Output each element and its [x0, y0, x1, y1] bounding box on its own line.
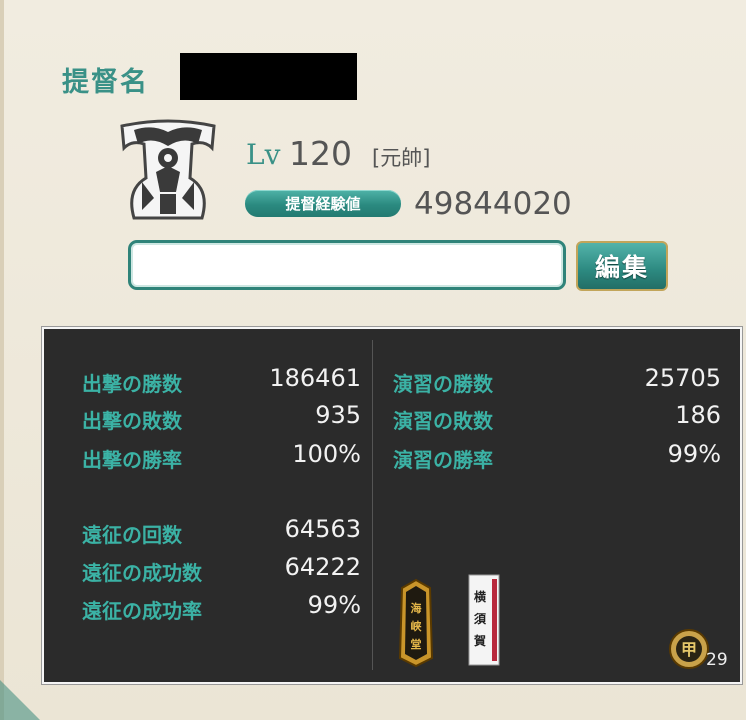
- rank-label: [元帥]: [372, 146, 431, 170]
- exercise-winrate-label: 演習の勝率: [393, 448, 493, 472]
- rank-badge-icon: 甲: [669, 629, 709, 669]
- admiral-name-redacted: [180, 53, 357, 100]
- expedition-rate-label: 遠征の成功率: [82, 599, 202, 623]
- white-medal-icon: 横 須 賀: [468, 574, 500, 666]
- exercise-losses-value: 186: [675, 401, 721, 429]
- sortie-winrate-label: 出撃の勝率: [82, 448, 182, 472]
- left-border: [0, 0, 4, 720]
- exp-badge: 提督経験値: [245, 190, 401, 217]
- expedition-count-label: 遠征の回数: [82, 523, 182, 547]
- svg-text:横: 横: [474, 589, 487, 604]
- admiral-emblem-icon: [120, 119, 216, 220]
- sortie-winrate-value: 100%: [292, 440, 361, 468]
- exercise-wins-label: 演習の勝数: [393, 372, 493, 396]
- svg-text:峡: 峡: [411, 619, 423, 633]
- expedition-count-value: 64563: [284, 515, 361, 543]
- svg-text:須: 須: [473, 612, 487, 626]
- sortie-losses-value: 935: [315, 401, 361, 429]
- svg-text:甲: 甲: [681, 640, 697, 659]
- rank-badge-count: 29: [706, 650, 728, 670]
- level-label: Lv: [246, 138, 281, 171]
- level-value: 120: [289, 134, 352, 173]
- exercise-wins-value: 25705: [644, 364, 721, 392]
- sortie-wins-value: 186461: [269, 364, 361, 392]
- comment-input[interactable]: [128, 240, 566, 290]
- edit-button[interactable]: 編集: [576, 241, 668, 291]
- stats-divider: [372, 340, 373, 670]
- sortie-wins-label: 出撃の勝数: [82, 372, 182, 396]
- expedition-success-label: 遠征の成功数: [82, 561, 202, 585]
- exercise-losses-label: 演習の敗数: [393, 409, 493, 433]
- gold-medal-icon: 海 峡 堂: [398, 578, 434, 668]
- svg-text:海: 海: [411, 601, 422, 615]
- exercise-winrate-value: 99%: [667, 440, 721, 468]
- expedition-rate-value: 99%: [307, 591, 361, 619]
- corner-decoration: [0, 680, 40, 720]
- sortie-losses-label: 出撃の敗数: [82, 409, 182, 433]
- exp-value: 49844020: [414, 186, 572, 222]
- svg-text:堂: 堂: [411, 637, 422, 651]
- admiral-name-label: 提督名: [62, 67, 149, 98]
- svg-text:賀: 賀: [473, 633, 486, 648]
- expedition-success-value: 64222: [284, 553, 361, 581]
